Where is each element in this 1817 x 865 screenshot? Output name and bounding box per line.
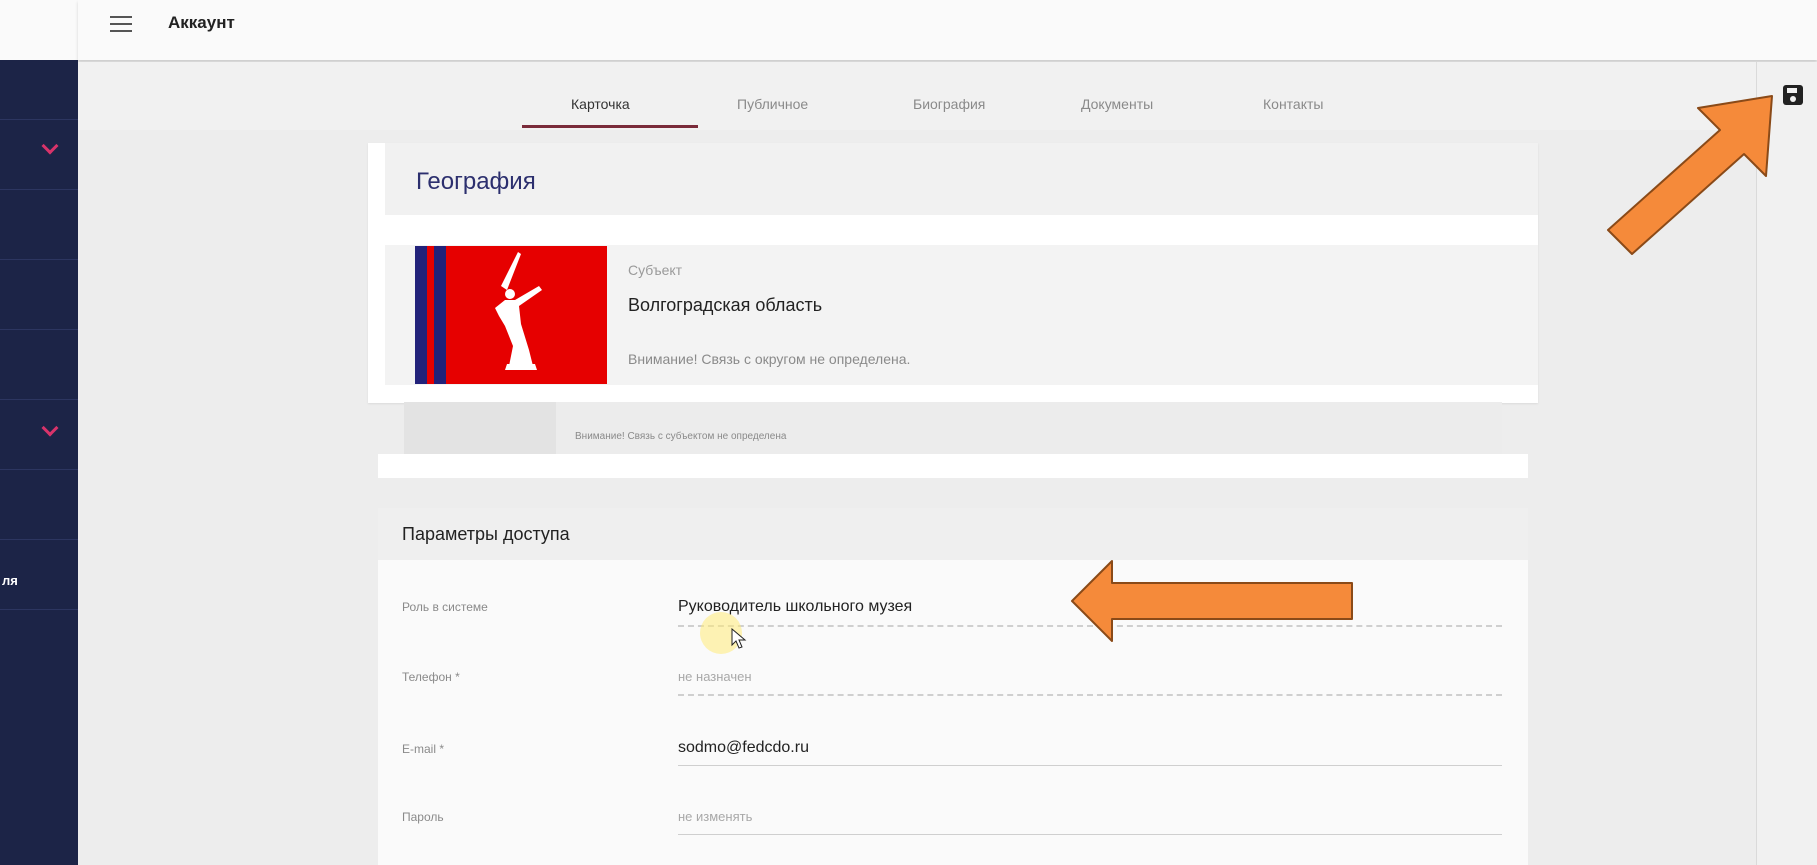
sidebar-item-label: ля xyxy=(2,573,18,588)
tab-contacts[interactable]: Контакты xyxy=(1263,96,1323,112)
phone-field-underline xyxy=(678,694,1502,696)
password-field[interactable]: не изменять xyxy=(678,809,752,824)
top-app-bar xyxy=(78,0,1817,60)
sidebar-item-expandable[interactable] xyxy=(0,120,78,190)
sidebar-item[interactable] xyxy=(0,470,78,540)
phone-label: Телефон * xyxy=(402,670,460,684)
menu-icon[interactable] xyxy=(110,16,132,32)
motherland-statue-icon xyxy=(495,252,542,370)
subject-value: Волгоградская область xyxy=(628,295,823,315)
sidebar-item[interactable] xyxy=(0,190,78,260)
sidebar-item[interactable]: ля xyxy=(0,540,78,610)
role-label: Роль в системе xyxy=(402,600,488,614)
district-warning: Внимание! Связь с округом не определена. xyxy=(628,351,911,367)
password-field-underline xyxy=(678,834,1502,835)
sidebar-item-expandable[interactable] xyxy=(0,400,78,470)
password-label: Пароль xyxy=(402,810,444,824)
tab-documents[interactable]: Документы xyxy=(1081,96,1153,112)
region-flag-image xyxy=(415,246,607,384)
geography-header xyxy=(385,143,1538,215)
geography-title: География xyxy=(416,168,536,195)
phone-field[interactable]: не назначен xyxy=(678,669,752,684)
sidebar-item[interactable] xyxy=(0,260,78,330)
sidebar-item[interactable] xyxy=(0,330,78,400)
email-field-underline xyxy=(678,765,1502,766)
sidebar: ля xyxy=(0,60,78,865)
email-label: E-mail * xyxy=(402,742,445,756)
topbar-left-corner xyxy=(0,0,78,60)
active-tab-indicator xyxy=(522,125,698,128)
access-params-title: Параметры доступа xyxy=(402,524,570,544)
sidebar-item[interactable] xyxy=(0,60,78,120)
annotation-arrow-save xyxy=(1607,95,1773,255)
subject-warning: Внимание! Связь с субъектом не определен… xyxy=(575,431,787,442)
district-row xyxy=(404,402,1502,454)
email-field[interactable]: sodmo@fedcdo.ru xyxy=(678,739,809,757)
tab-biography[interactable]: Биография xyxy=(913,96,985,112)
chevron-down-icon xyxy=(41,419,59,437)
page-title: Аккаунт xyxy=(168,13,235,32)
save-icon[interactable] xyxy=(1783,85,1803,105)
tab-card[interactable]: Карточка xyxy=(571,96,630,112)
tab-public[interactable]: Публичное xyxy=(737,96,808,112)
subject-label: Субъект xyxy=(628,262,683,278)
geography-card-footer xyxy=(378,454,1528,478)
district-image-placeholder xyxy=(404,402,556,454)
chevron-down-icon xyxy=(41,137,59,155)
mouse-pointer-icon xyxy=(731,628,747,649)
annotation-arrow-role xyxy=(1071,560,1353,642)
